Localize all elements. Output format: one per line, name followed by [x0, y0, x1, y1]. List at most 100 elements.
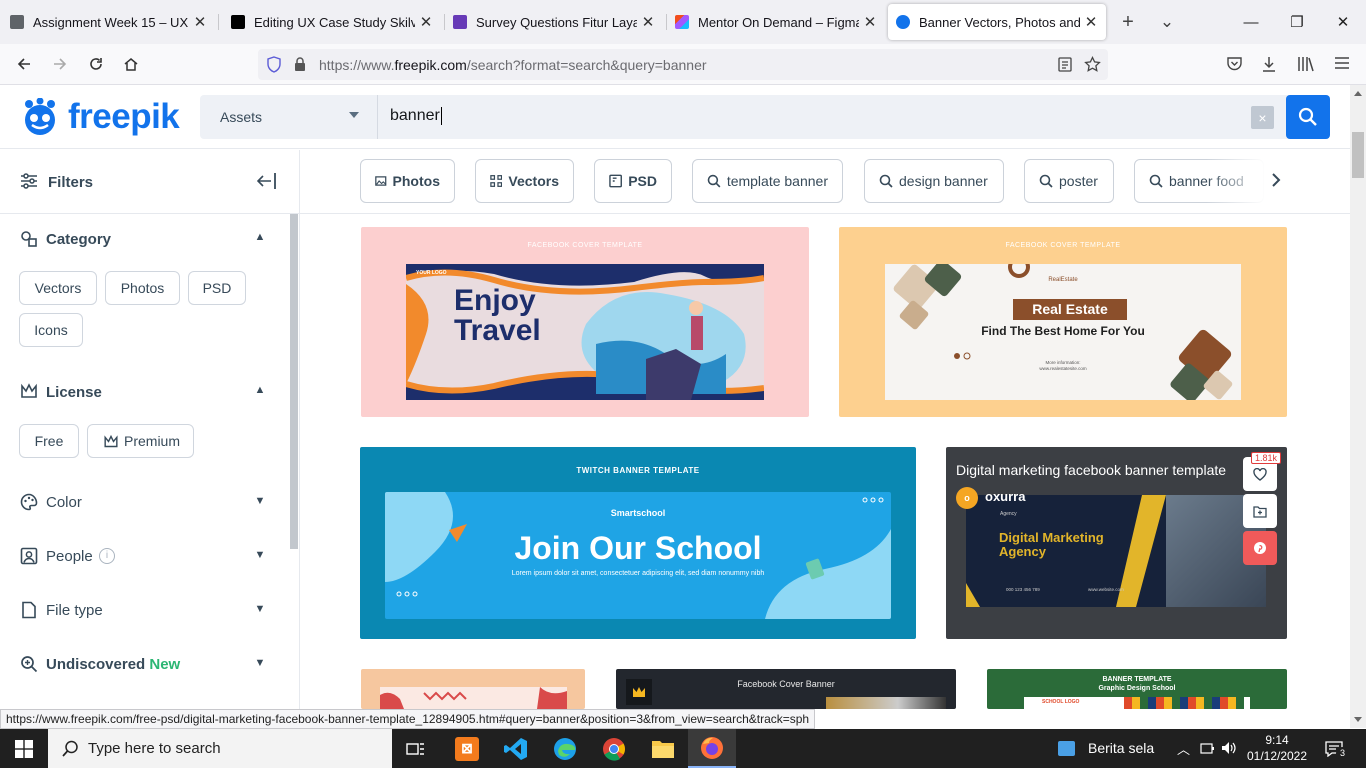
taskbar-search-box[interactable]: Type here to search [48, 729, 392, 768]
back-button[interactable] [9, 50, 39, 78]
chevron-down-icon[interactable]: ▼ [254, 549, 266, 561]
maximize-button[interactable]: ❐ [1274, 0, 1320, 44]
collapse-sidebar-icon[interactable] [257, 172, 277, 190]
license-chip-free[interactable]: Free [19, 424, 79, 458]
search-input[interactable]: banner [390, 107, 442, 125]
scroll-up-arrow-icon[interactable] [1354, 91, 1362, 96]
chrome-app[interactable] [590, 729, 638, 768]
page-scrollbar[interactable] [1350, 85, 1366, 728]
chevron-down-icon[interactable]: ▼ [254, 495, 266, 507]
reader-view-icon[interactable] [1058, 57, 1072, 72]
close-tab-icon[interactable]: ✕ [641, 13, 655, 31]
category-chip-photos[interactable]: Photos [105, 271, 180, 305]
pocket-icon[interactable] [1226, 56, 1243, 72]
info-icon[interactable]: i [99, 548, 115, 564]
tab-survey[interactable]: Survey Questions Fitur Layanan Mentor ✕ [445, 4, 663, 40]
scrollbar-thumb[interactable] [1352, 132, 1364, 178]
start-button[interactable] [0, 729, 48, 768]
category-title[interactable]: Category [46, 231, 111, 248]
close-tab-icon[interactable]: ✕ [419, 13, 433, 31]
tag-psd[interactable]: PSD [594, 159, 672, 203]
xampp-app[interactable]: ⊠ [443, 729, 491, 768]
people-title[interactable]: People [46, 548, 93, 565]
scroll-tags-right-button[interactable] [1266, 170, 1286, 190]
close-tab-icon[interactable]: ✕ [1084, 13, 1098, 31]
color-title[interactable]: Color [46, 494, 82, 511]
result-card-join-school[interactable]: TWITCH BANNER TEMPLATE Smartschool Join … [360, 447, 916, 639]
undiscovered-label: Undiscovered [46, 656, 146, 673]
author-avatar[interactable]: o [956, 487, 978, 509]
home-button[interactable] [116, 50, 146, 78]
tag-vectors[interactable]: Vectors [475, 159, 574, 203]
tag-template-banner[interactable]: template banner [692, 159, 843, 203]
download-icon[interactable] [1261, 55, 1277, 73]
result-card-real-estate[interactable]: FACEBOOK COVER TEMPLATE RealEstate Real … [839, 227, 1287, 417]
tab-list-button[interactable]: ⌄ [1145, 0, 1189, 44]
vscode-app[interactable] [492, 729, 540, 768]
pinterest-share-button[interactable] [1243, 531, 1277, 565]
category-chip-vectors[interactable]: Vectors [19, 271, 97, 305]
link-status-bar: https://www.freepik.com/free-psd/digital… [0, 709, 816, 729]
card-title: Join Our School [514, 530, 762, 566]
search-button[interactable] [1286, 95, 1330, 139]
firefox-app[interactable] [688, 729, 736, 768]
close-tab-icon[interactable]: ✕ [193, 13, 207, 31]
tab-freepik[interactable]: Banner Vectors, Photos and PSD files ✕ [888, 4, 1106, 40]
forward-button[interactable] [45, 50, 75, 78]
tag-design-banner[interactable]: design banner [864, 159, 1004, 203]
result-card-digital-marketing[interactable]: Agency Digital Marketing Agency 000 123 … [946, 447, 1287, 639]
tag-photos[interactable]: Photos [360, 159, 455, 203]
battery-icon[interactable] [1200, 741, 1216, 756]
new-tab-button[interactable]: + [1106, 0, 1150, 44]
author-name[interactable]: oxurra [985, 489, 1025, 504]
news-widget-icon[interactable] [1058, 741, 1075, 756]
close-window-button[interactable]: ✕ [1320, 0, 1366, 44]
system-clock[interactable]: 9:14 01/12/2022 [1246, 732, 1308, 764]
news-widget-label[interactable]: Berita sela [1088, 740, 1154, 756]
tab-editing-ux[interactable]: Editing UX Case Study Skilvul: UX Resear… [223, 4, 441, 40]
premium-label: Premium [124, 433, 181, 449]
result-card-5[interactable] [361, 669, 585, 709]
category-chip-psd[interactable]: PSD [188, 271, 246, 305]
show-hidden-icons-chevron-icon[interactable]: ︿ [1177, 739, 1190, 758]
reload-button[interactable] [81, 50, 111, 78]
category-chip-icons[interactable]: Icons [19, 313, 83, 347]
close-tab-icon[interactable]: ✕ [863, 13, 877, 31]
menu-hamburger-icon[interactable] [1334, 56, 1350, 70]
result-card-enjoy-travel[interactable]: FACEBOOK COVER TEMPLATE Enjoy Travel YOU… [361, 227, 809, 417]
chevron-up-icon[interactable]: ▲ [254, 231, 266, 243]
file-explorer-app[interactable] [639, 729, 687, 768]
tab-figma[interactable]: Mentor On Demand – Figma ✕ [667, 4, 885, 40]
chevron-down-icon[interactable]: ▼ [254, 657, 266, 669]
scroll-down-arrow-icon[interactable] [1354, 717, 1362, 722]
result-card-facebook-cover[interactable]: Facebook Cover Banner [616, 669, 956, 709]
result-card-graphic-design[interactable]: BANNER TEMPLATE Graphic Design School SC… [987, 669, 1287, 709]
volume-icon[interactable] [1221, 740, 1237, 756]
library-icon[interactable] [1297, 55, 1315, 72]
address-bar[interactable]: https://www.freepik.com/search?format=se… [258, 49, 1108, 80]
undiscovered-title[interactable]: Undiscovered New [46, 656, 180, 673]
bookmark-star-icon[interactable] [1084, 56, 1101, 73]
tag-label: design banner [899, 173, 988, 189]
tag-poster[interactable]: poster [1024, 159, 1114, 203]
chevron-up-icon[interactable]: ▲ [254, 384, 266, 396]
title-line-2: Travel [454, 314, 541, 347]
website-label: www.website.com [1088, 587, 1124, 592]
license-title[interactable]: License [46, 384, 102, 401]
tab-separator [218, 14, 219, 30]
clear-search-button[interactable]: × [1251, 106, 1274, 129]
chevron-down-icon[interactable]: ▼ [254, 603, 266, 615]
minimize-button[interactable]: — [1228, 0, 1274, 44]
freepik-logo[interactable]: freepik [20, 95, 180, 139]
lock-icon [295, 57, 305, 71]
add-to-collection-button[interactable] [1243, 494, 1277, 528]
url-text[interactable]: https://www.freepik.com/search?format=se… [319, 57, 707, 73]
asset-type-dropdown[interactable]: Assets [200, 95, 378, 139]
card-title[interactable]: Digital marketing facebook banner templa… [956, 462, 1246, 478]
license-chip-premium[interactable]: Premium [87, 424, 194, 458]
task-view-button[interactable] [392, 729, 440, 768]
edge-app[interactable] [541, 729, 589, 768]
sidebar-scrollbar[interactable] [290, 214, 298, 549]
tab-assignment[interactable]: Assignment Week 15 – UX Case Study ✕ [2, 4, 215, 40]
file-type-title[interactable]: File type [46, 602, 103, 619]
